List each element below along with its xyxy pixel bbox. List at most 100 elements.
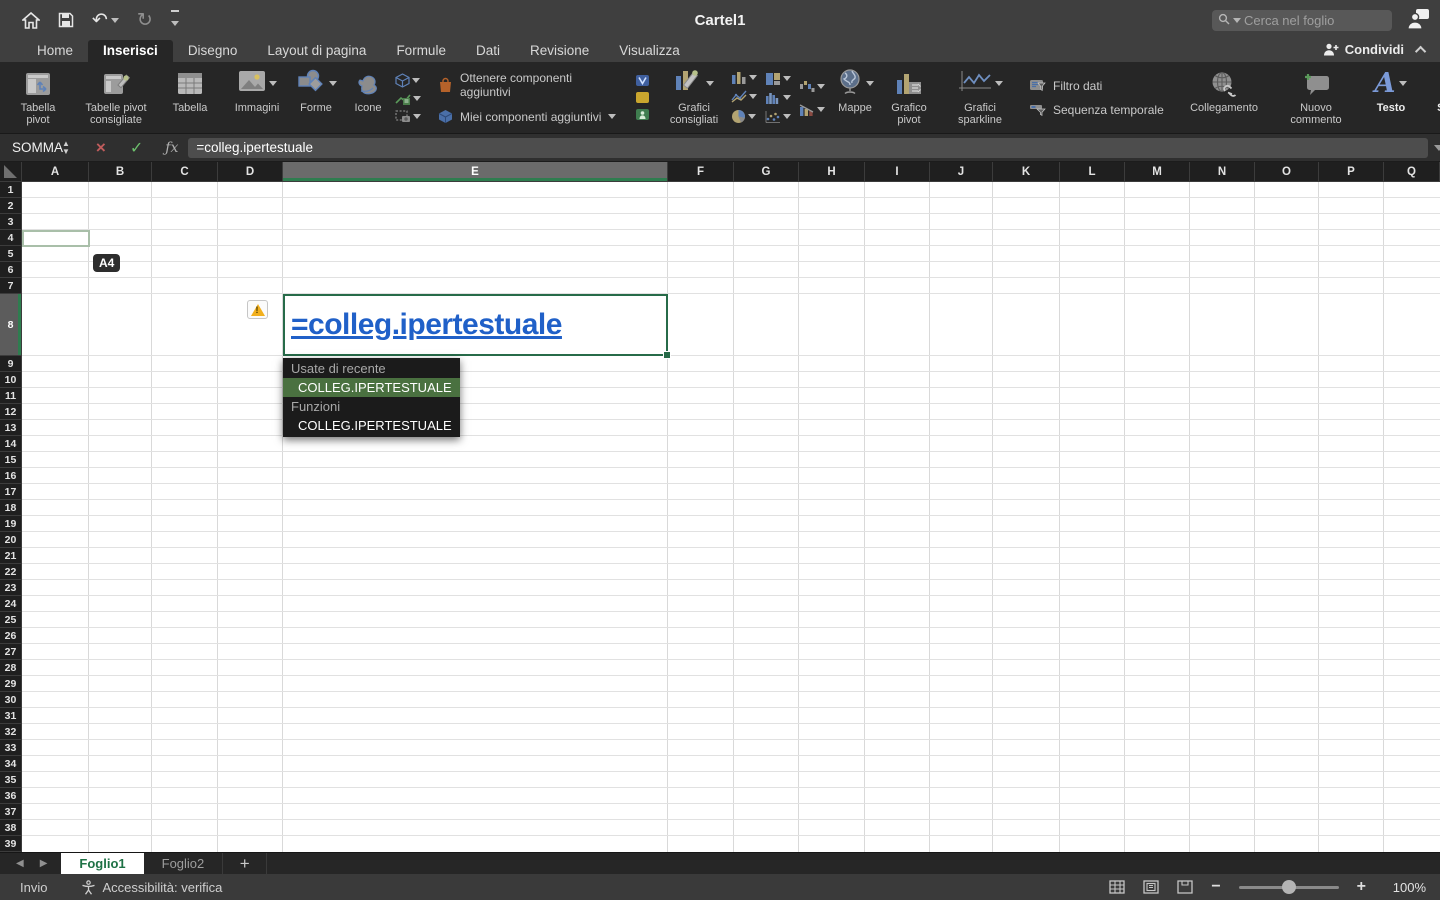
row-header-24[interactable]: 24 [0, 596, 22, 612]
customize-toolbar-icon[interactable] [171, 10, 179, 31]
images-caret-icon[interactable] [269, 81, 277, 86]
undo-button[interactable]: ↶ [92, 11, 119, 30]
maps-button[interactable]: Mappe [829, 62, 881, 134]
column-header-J[interactable]: J [930, 162, 993, 182]
row-header-13[interactable]: 13 [0, 420, 22, 436]
active-cell-e8[interactable]: =colleg.ipertestuale [283, 294, 668, 356]
sparklines-caret-icon[interactable] [995, 81, 1003, 86]
icons-button[interactable]: Icone [344, 62, 392, 134]
column-header-D[interactable]: D [218, 162, 283, 182]
row-header-2[interactable]: 2 [0, 198, 22, 214]
tab-formule[interactable]: Formule [381, 40, 461, 62]
search-scope-caret-icon[interactable] [1233, 18, 1241, 23]
line-chart-button[interactable] [731, 90, 757, 103]
column-header-A[interactable]: A [22, 162, 89, 182]
page-layout-view-icon[interactable] [1143, 880, 1159, 894]
my-addins-button[interactable]: Miei componenti aggiuntivi [438, 109, 626, 124]
people-graph-icon[interactable] [635, 108, 650, 121]
row-header-12[interactable]: 12 [0, 404, 22, 420]
row-header-27[interactable]: 27 [0, 644, 22, 660]
autocomplete-item[interactable]: COLLEG.IPERTESTUALE [283, 416, 460, 435]
zoom-out-icon[interactable]: − [1211, 878, 1220, 896]
column-header-N[interactable]: N [1190, 162, 1255, 182]
fill-handle[interactable] [663, 351, 671, 359]
tab-disegno[interactable]: Disegno [173, 40, 253, 62]
sheet-next-icon[interactable]: ▶ [40, 858, 48, 869]
confirm-entry-icon[interactable]: ✓ [130, 138, 143, 158]
smartart-button[interactable] [395, 92, 421, 106]
recommended-charts-button[interactable]: Grafici consigliati [661, 62, 727, 134]
row-header-11[interactable]: 11 [0, 388, 22, 404]
sheet-tab-foglio2[interactable]: Foglio2 [144, 853, 224, 874]
link-button[interactable]: Collegamento [1179, 62, 1269, 134]
new-comment-button[interactable]: Nuovo commento [1277, 62, 1355, 134]
column-header-I[interactable]: I [865, 162, 930, 182]
row-header-37[interactable]: 37 [0, 804, 22, 820]
account-presence-icon[interactable] [1406, 8, 1430, 35]
sparklines-button[interactable]: Grafici sparkline [945, 62, 1015, 134]
screenshot-button[interactable] [395, 110, 421, 123]
row-header-25[interactable]: 25 [0, 612, 22, 628]
text-caret-icon[interactable] [1399, 81, 1407, 86]
pivot-chart-button[interactable]: Grafico pivot [881, 62, 937, 134]
zoom-slider[interactable] [1239, 886, 1339, 889]
accessibility-status[interactable]: Accessibilità: verifica [81, 880, 222, 895]
column-header-O[interactable]: O [1255, 162, 1319, 182]
cells-area[interactable]: A4 =colleg.ipertestuale Usate di recente… [22, 182, 1440, 852]
cell-a4-selection[interactable] [22, 230, 90, 247]
expand-formula-bar-icon[interactable] [1434, 145, 1440, 151]
recommended-pivot-button[interactable]: Tabelle pivot consigliate [70, 62, 162, 134]
combo-chart-button[interactable] [799, 103, 825, 116]
row-header-6[interactable]: 6 [0, 262, 22, 278]
cancel-entry-icon[interactable]: × [96, 138, 106, 158]
row-header-17[interactable]: 17 [0, 484, 22, 500]
add-sheet-button[interactable]: + [223, 853, 267, 874]
row-header-30[interactable]: 30 [0, 692, 22, 708]
row-header-16[interactable]: 16 [0, 468, 22, 484]
recommended-charts-caret-icon[interactable] [706, 81, 714, 86]
autocomplete-item[interactable]: COLLEG.IPERTESTUALE [283, 378, 460, 397]
tab-inserisci[interactable]: Inserisci [88, 40, 173, 62]
row-header-4[interactable]: 4 [0, 230, 22, 246]
name-box[interactable]: SOMMA [0, 140, 62, 155]
row-header-26[interactable]: 26 [0, 628, 22, 644]
column-header-P[interactable]: P [1319, 162, 1384, 182]
row-header-28[interactable]: 28 [0, 660, 22, 676]
screenshot-caret-icon[interactable] [413, 114, 421, 119]
search-input[interactable]: Cerca nel foglio [1212, 10, 1392, 31]
row-header-10[interactable]: 10 [0, 372, 22, 388]
page-break-view-icon[interactable] [1177, 880, 1193, 894]
waterfall-chart-button[interactable] [799, 80, 825, 93]
row-header-20[interactable]: 20 [0, 532, 22, 548]
scatter-chart-button[interactable] [765, 110, 791, 123]
row-header-8[interactable]: 8 [0, 294, 22, 356]
tab-dati[interactable]: Dati [461, 40, 515, 62]
row-header-21[interactable]: 21 [0, 548, 22, 564]
timeline-button[interactable]: Sequenza temporale [1029, 103, 1165, 117]
column-header-B[interactable]: B [89, 162, 152, 182]
column-header-Q[interactable]: Q [1384, 162, 1440, 182]
redo-icon[interactable]: ↻ [137, 11, 153, 30]
slicer-button[interactable]: Filtro dati [1029, 79, 1165, 93]
row-header-9[interactable]: 9 [0, 356, 22, 372]
row-header-1[interactable]: 1 [0, 182, 22, 198]
share-button[interactable]: Condividi [1323, 42, 1404, 57]
undo-caret-icon[interactable] [111, 18, 119, 23]
row-header-15[interactable]: 15 [0, 452, 22, 468]
column-header-L[interactable]: L [1060, 162, 1125, 182]
row-header-33[interactable]: 33 [0, 740, 22, 756]
row-header-3[interactable]: 3 [0, 214, 22, 230]
column-header-C[interactable]: C [152, 162, 218, 182]
tab-revisione[interactable]: Revisione [515, 40, 604, 62]
column-header-K[interactable]: K [993, 162, 1060, 182]
column-header-M[interactable]: M [1125, 162, 1190, 182]
row-header-39[interactable]: 39 [0, 836, 22, 852]
column-header-F[interactable]: F [668, 162, 734, 182]
zoom-slider-thumb[interactable] [1282, 880, 1296, 894]
3d-models-button[interactable] [395, 73, 421, 88]
tab-visualizza[interactable]: Visualizza [604, 40, 695, 62]
row-header-32[interactable]: 32 [0, 724, 22, 740]
3d-models-caret-icon[interactable] [412, 78, 420, 83]
row-header-5[interactable]: 5 [0, 246, 22, 262]
smartart-caret-icon[interactable] [413, 96, 421, 101]
